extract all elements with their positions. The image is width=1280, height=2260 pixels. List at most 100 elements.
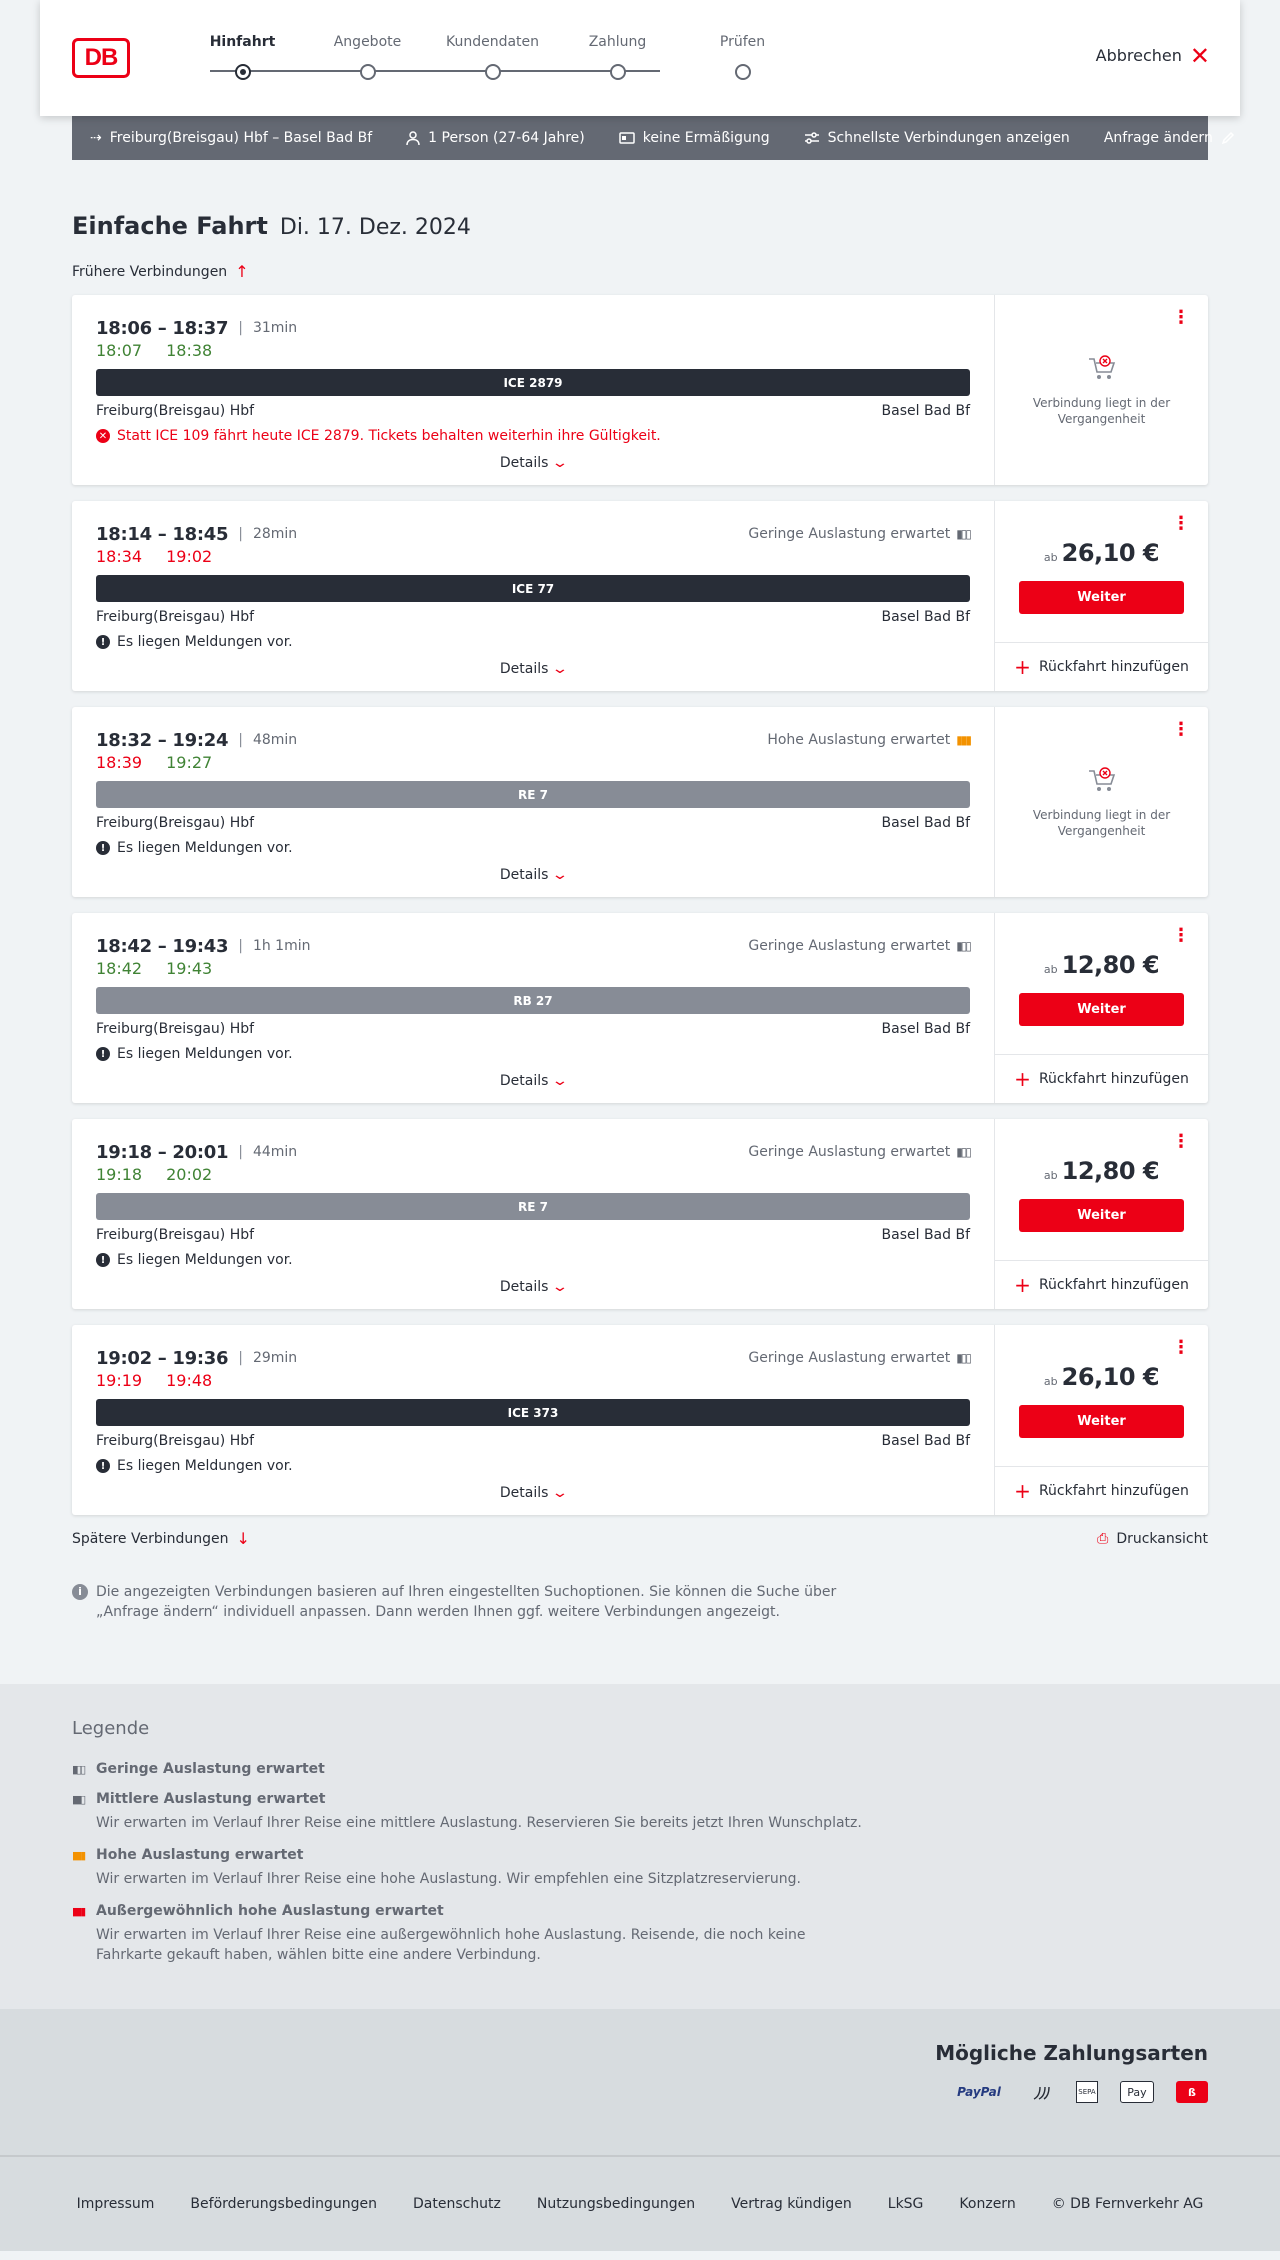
arrow-up-icon: ↑ [235, 262, 249, 281]
origin-station: Freiburg(Breisgau) Hbf [96, 1227, 255, 1243]
step-dot [359, 64, 376, 80]
low-occupancy-icon: ▮▯▯ [956, 1351, 972, 1365]
message-text: Es liegen Meldungen vor. [117, 840, 293, 856]
route-summary[interactable]: ⇢ Freiburg(Breisgau) Hbf – Basel Bad Bf [90, 130, 372, 146]
db-payment-icon: ß [1176, 2081, 1208, 2103]
chevron-down-icon: ⌄ [551, 1073, 570, 1089]
occupancy-label: Geringe Auslastung erwartet [748, 1350, 951, 1366]
planned-times: 19:18 – 20:01 [96, 1141, 229, 1163]
add-return-label: Rückfahrt hinzufügen [1038, 659, 1189, 675]
continue-button[interactable]: Weiter [1019, 1199, 1184, 1232]
exclamation-icon: ! [96, 635, 110, 649]
search-info-note: i Die angezeigten Verbindungen basieren … [72, 1582, 852, 1622]
more-options-icon[interactable]: ⋮ [1172, 721, 1190, 739]
legend-item: ▮▯▯ Geringe Auslastung erwartet [72, 1761, 1208, 1777]
connection-card: 19:02 – 19:36 | 29min Geringe Auslastung… [72, 1325, 1208, 1515]
duration: 31min [252, 320, 298, 336]
step-label: Angebote [333, 34, 402, 50]
offer-panel: ⋮ ab 26,10 € Weiter + Rückfahrt hinzufüg… [995, 1325, 1208, 1515]
legend-item-description: Wir erwarten im Verlauf Ihrer Reise eine… [96, 1927, 806, 1963]
plus-icon: + [1014, 1067, 1031, 1091]
cancel-button[interactable]: Abbrechen ✕ [1096, 44, 1210, 68]
separator: | [238, 938, 243, 954]
footer-link-vertrag-kuendigen[interactable]: Vertrag kündigen [731, 2196, 852, 2212]
destination-station: Basel Bad Bf [881, 1021, 970, 1037]
continue-button[interactable]: Weiter [1019, 1405, 1184, 1438]
earlier-connections-label: Frühere Verbindungen [72, 263, 228, 280]
more-options-icon[interactable]: ⋮ [1172, 1339, 1190, 1357]
details-toggle[interactable]: Details ⌄ [72, 867, 994, 883]
details-toggle[interactable]: Details ⌄ [72, 1073, 994, 1089]
step-label: Hinfahrt [209, 34, 276, 50]
notice-message: ! Es liegen Meldungen vor. [96, 839, 970, 857]
footer-link-datenschutz[interactable]: Datenschutz [413, 2196, 501, 2212]
train-bar[interactable]: RE 7 [96, 1193, 970, 1220]
add-return-label: Rückfahrt hinzufügen [1038, 1277, 1189, 1293]
footer-link-lksg[interactable]: LkSG [888, 2196, 924, 2212]
origin-station: Freiburg(Breisgau) Hbf [96, 609, 255, 625]
footer-link-konzern[interactable]: Konzern [959, 2196, 1015, 2212]
continue-button[interactable]: Weiter [1019, 581, 1184, 614]
legend-item: ▮▮▮ Außergewöhnlich hohe Auslastung erwar… [72, 1903, 1208, 1965]
details-toggle[interactable]: Details ⌄ [72, 1485, 994, 1501]
separator: | [238, 320, 243, 336]
train-bar[interactable]: RB 27 [96, 987, 970, 1014]
high-occupancy-icon: ▮▮▮ [956, 733, 972, 747]
step-dot [234, 64, 251, 80]
earlier-connections-link[interactable]: Frühere Verbindungen ↑ [72, 262, 249, 281]
footer-link-befoerderungsbedingungen[interactable]: Beförderungsbedingungen [190, 2196, 377, 2212]
connection-info: 18:32 – 19:24 | 48min Hohe Auslastung er… [72, 707, 995, 897]
details-toggle[interactable]: Details ⌄ [72, 1279, 994, 1295]
train-bar[interactable]: ICE 2879 [96, 369, 970, 396]
add-return-button[interactable]: + Rückfahrt hinzufügen [995, 1467, 1208, 1515]
exclamation-icon: ! [96, 1253, 110, 1267]
price-amount: 12,80 € [1061, 1157, 1160, 1185]
realtime-departure: 18:39 [96, 753, 143, 772]
continue-button[interactable]: Weiter [1019, 993, 1184, 1026]
later-connections-link[interactable]: Spätere Verbindungen ↓ [72, 1529, 250, 1548]
add-return-button[interactable]: + Rückfahrt hinzufügen [995, 1261, 1208, 1309]
print-view-label: Druckansicht [1116, 1530, 1208, 1547]
more-options-icon[interactable]: ⋮ [1172, 515, 1190, 533]
more-options-icon[interactable]: ⋮ [1172, 927, 1190, 945]
low-occupancy-icon: ▮▯▯ [72, 1762, 86, 1776]
offer-panel: ⋮ ab 26,10 € Weiter + Rückfahrt hinzufüg… [995, 501, 1208, 691]
add-return-button[interactable]: + Rückfahrt hinzufügen [995, 643, 1208, 691]
past-connection-text: Verbindung liegt in der Vergangenheit [1032, 396, 1171, 426]
more-options-icon[interactable]: ⋮ [1172, 1133, 1190, 1151]
origin-station: Freiburg(Breisgau) Hbf [96, 1433, 255, 1449]
connection-card: 19:18 – 20:01 | 44min Geringe Auslastung… [72, 1119, 1208, 1309]
train-bar[interactable]: ICE 77 [96, 575, 970, 602]
change-request-button[interactable]: Anfrage ändern [1104, 130, 1235, 146]
connection-card: 18:14 – 18:45 | 28min Geringe Auslastung… [72, 501, 1208, 691]
train-bar[interactable]: ICE 373 [96, 1399, 970, 1426]
train-bar[interactable]: RE 7 [96, 781, 970, 808]
details-toggle[interactable]: Details ⌄ [72, 661, 994, 677]
realtime-departure: 18:42 [96, 959, 143, 978]
details-label: Details [499, 455, 549, 471]
footer-link-impressum[interactable]: Impressum [77, 2196, 155, 2212]
arrow-down-icon: ↓ [236, 1529, 250, 1548]
cart-unavailable-icon [1088, 767, 1115, 791]
passengers-summary[interactable]: 1 Person (27-64 Jahre) [406, 130, 585, 146]
db-logo[interactable]: DB [72, 38, 130, 78]
details-toggle[interactable]: Details ⌄ [72, 455, 994, 471]
planned-times: 18:32 – 19:24 [96, 729, 229, 751]
filter-summary[interactable]: Schnellste Verbindungen anzeigen [804, 130, 1070, 146]
price-prefix: ab [1043, 1169, 1058, 1182]
legend-item-description: Wir erwarten im Verlauf Ihrer Reise eine… [96, 1815, 862, 1831]
legend-title: Legende [72, 1718, 150, 1739]
search-summary-bar: ⇢ Freiburg(Breisgau) Hbf – Basel Bad Bf … [72, 116, 1234, 160]
booking-stepper: Hinfahrt Angebote Kundendaten Zahlung Pr… [180, 34, 765, 84]
destination-station: Basel Bad Bf [881, 1433, 970, 1449]
price-amount: 12,80 € [1061, 951, 1160, 979]
discount-summary[interactable]: keine Ermäßigung [618, 130, 770, 146]
print-view-link[interactable]: ⎙ Druckansicht [1097, 1531, 1208, 1547]
more-options-icon[interactable]: ⋮ [1172, 309, 1190, 327]
chevron-down-icon: ⌄ [551, 1279, 570, 1295]
add-return-button[interactable]: + Rückfahrt hinzufügen [995, 1055, 1208, 1103]
page-title: Einfache Fahrt Di. 17. Dez. 2024 [72, 212, 1208, 240]
footer-link-nutzungsbedingungen[interactable]: Nutzungsbedingungen [537, 2196, 695, 2212]
connection-info: 19:18 – 20:01 | 44min Geringe Auslastung… [72, 1119, 995, 1309]
footer-copyright: © DB Fernverkehr AG [1051, 2196, 1204, 2212]
